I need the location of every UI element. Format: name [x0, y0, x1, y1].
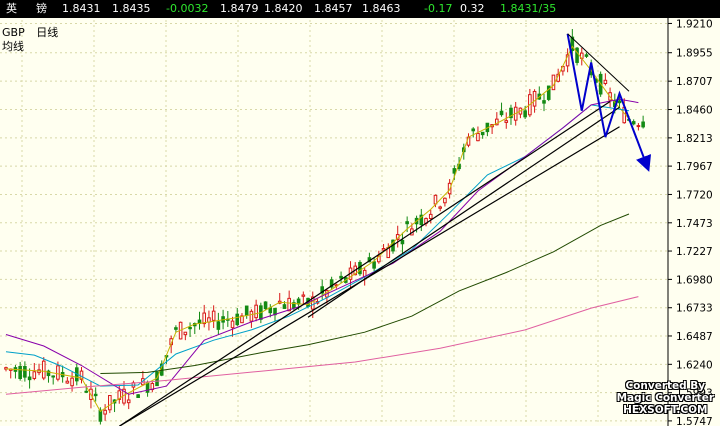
candle-body — [126, 399, 131, 404]
candle-body — [211, 310, 216, 321]
instrument-name-1: 英 — [6, 2, 17, 15]
candle-body — [471, 128, 476, 132]
trendline — [118, 100, 611, 426]
candle-body — [452, 168, 457, 174]
candle-body — [51, 375, 55, 378]
y-tick-label: 1.6980 — [676, 274, 713, 286]
moving-average-line — [5, 296, 639, 395]
candle-body — [93, 393, 98, 397]
watermark-line-2: Magic Converter — [616, 392, 714, 404]
candle-body — [287, 297, 291, 312]
candlestick-chart[interactable]: 1.9210 1.8955 1.8707 1.8460 1.8213 1.7967 1.77… — [0, 18, 720, 426]
candle-body — [65, 380, 70, 384]
candle-body — [372, 261, 376, 269]
y-tick-label: 1.6240 — [676, 359, 713, 371]
candle-body — [235, 313, 240, 326]
quote-low: 1.8420 — [264, 2, 303, 15]
candle-body — [254, 304, 258, 319]
candle-body — [631, 121, 636, 125]
candle-body — [23, 366, 27, 378]
y-tick-label: 1.5747 — [676, 416, 713, 426]
y-tick-label: 1.6733 — [676, 303, 713, 315]
candle-body — [428, 213, 433, 220]
y-tick-label: 1.6487 — [676, 331, 713, 343]
candle-body — [405, 221, 409, 225]
candle-body — [183, 331, 188, 336]
candle-body — [108, 395, 112, 411]
candle-body — [636, 125, 641, 128]
candle-body — [542, 100, 546, 104]
watermark: Converted By Magic Converter HEXSOFT.COM — [617, 380, 714, 416]
candle-body — [551, 74, 556, 91]
candle-body — [84, 390, 89, 393]
instrument-name-2: 镑 — [36, 2, 47, 15]
y-tick-label: 1.8460 — [676, 105, 713, 117]
candle-body — [188, 326, 192, 330]
indicator-label: 均线 — [2, 40, 24, 53]
candle-body — [523, 110, 527, 118]
quote-open: 1.8479 — [220, 2, 259, 15]
trendline — [307, 106, 620, 318]
quote-change-pct: -0.17 — [424, 2, 453, 15]
candle-body — [584, 54, 589, 57]
projection-arrow — [566, 33, 652, 172]
quote-bar: 英 镑 1.8431 1.8435 -0.0032 1.8479 1.8420 … — [0, 0, 720, 18]
y-tick-label: 1.7720 — [676, 189, 713, 201]
candle-body — [532, 90, 537, 107]
candle-body — [603, 79, 608, 85]
candle-body — [433, 194, 438, 205]
watermark-line-3: HEXSOFT.COM — [623, 404, 708, 416]
quote-change: -0.0032 — [166, 2, 209, 15]
candle-body — [301, 294, 306, 297]
chart-window: 英 镑 1.8431 1.8435 -0.0032 1.8479 1.8420 … — [0, 0, 720, 426]
candle-body — [480, 131, 485, 136]
quote-last: 1.8431 — [62, 2, 101, 15]
candle-body — [381, 248, 386, 251]
watermark-line-1: Converted By — [625, 380, 706, 392]
candle-body — [504, 120, 509, 123]
moving-average-line — [5, 104, 630, 387]
candle-body — [499, 110, 504, 116]
candle-body — [263, 301, 268, 310]
candle-body — [70, 377, 74, 387]
y-tick-label: 1.8707 — [676, 76, 713, 88]
candle-body — [249, 310, 254, 322]
candle-body — [27, 376, 32, 381]
moving-average-line — [5, 98, 639, 395]
candle-body — [216, 321, 221, 330]
quote-bid-ask: 1.8431/35 — [500, 2, 557, 15]
candle-body — [339, 275, 343, 279]
candle-body — [575, 47, 579, 63]
moving-average-line — [100, 213, 630, 374]
period-label: 日线 — [36, 26, 59, 39]
candle-body — [641, 121, 645, 128]
candle-body — [136, 394, 140, 398]
y-tick-label: 1.7473 — [676, 218, 713, 230]
quote-high: 1.8457 — [314, 2, 353, 15]
y-tick-label: 1.7227 — [676, 246, 713, 258]
candle-body — [202, 312, 207, 325]
candle-body — [145, 382, 150, 393]
quote-ask: 1.8435 — [112, 2, 151, 15]
candle-body — [230, 320, 235, 329]
y-tick-label: 1.9210 — [676, 18, 713, 30]
y-tick-label: 1.7967 — [676, 161, 713, 173]
candle-body — [617, 100, 622, 104]
candle-body — [174, 327, 178, 330]
candle-body — [41, 360, 46, 379]
candle-body — [244, 305, 249, 316]
candle-body — [476, 132, 480, 142]
quote-amplitude: 0.32 — [460, 2, 485, 15]
candle-body — [443, 197, 447, 204]
quote-close: 1.8463 — [362, 2, 401, 15]
y-tick-label: 1.8213 — [676, 133, 713, 145]
candle-body — [400, 239, 405, 245]
candle-body — [56, 365, 60, 380]
candle-body — [282, 304, 287, 309]
candle-body — [438, 206, 442, 209]
candle-body — [18, 366, 22, 380]
candle-body — [32, 371, 37, 379]
y-tick-label: 1.8955 — [676, 48, 713, 60]
candle-body — [103, 409, 107, 415]
